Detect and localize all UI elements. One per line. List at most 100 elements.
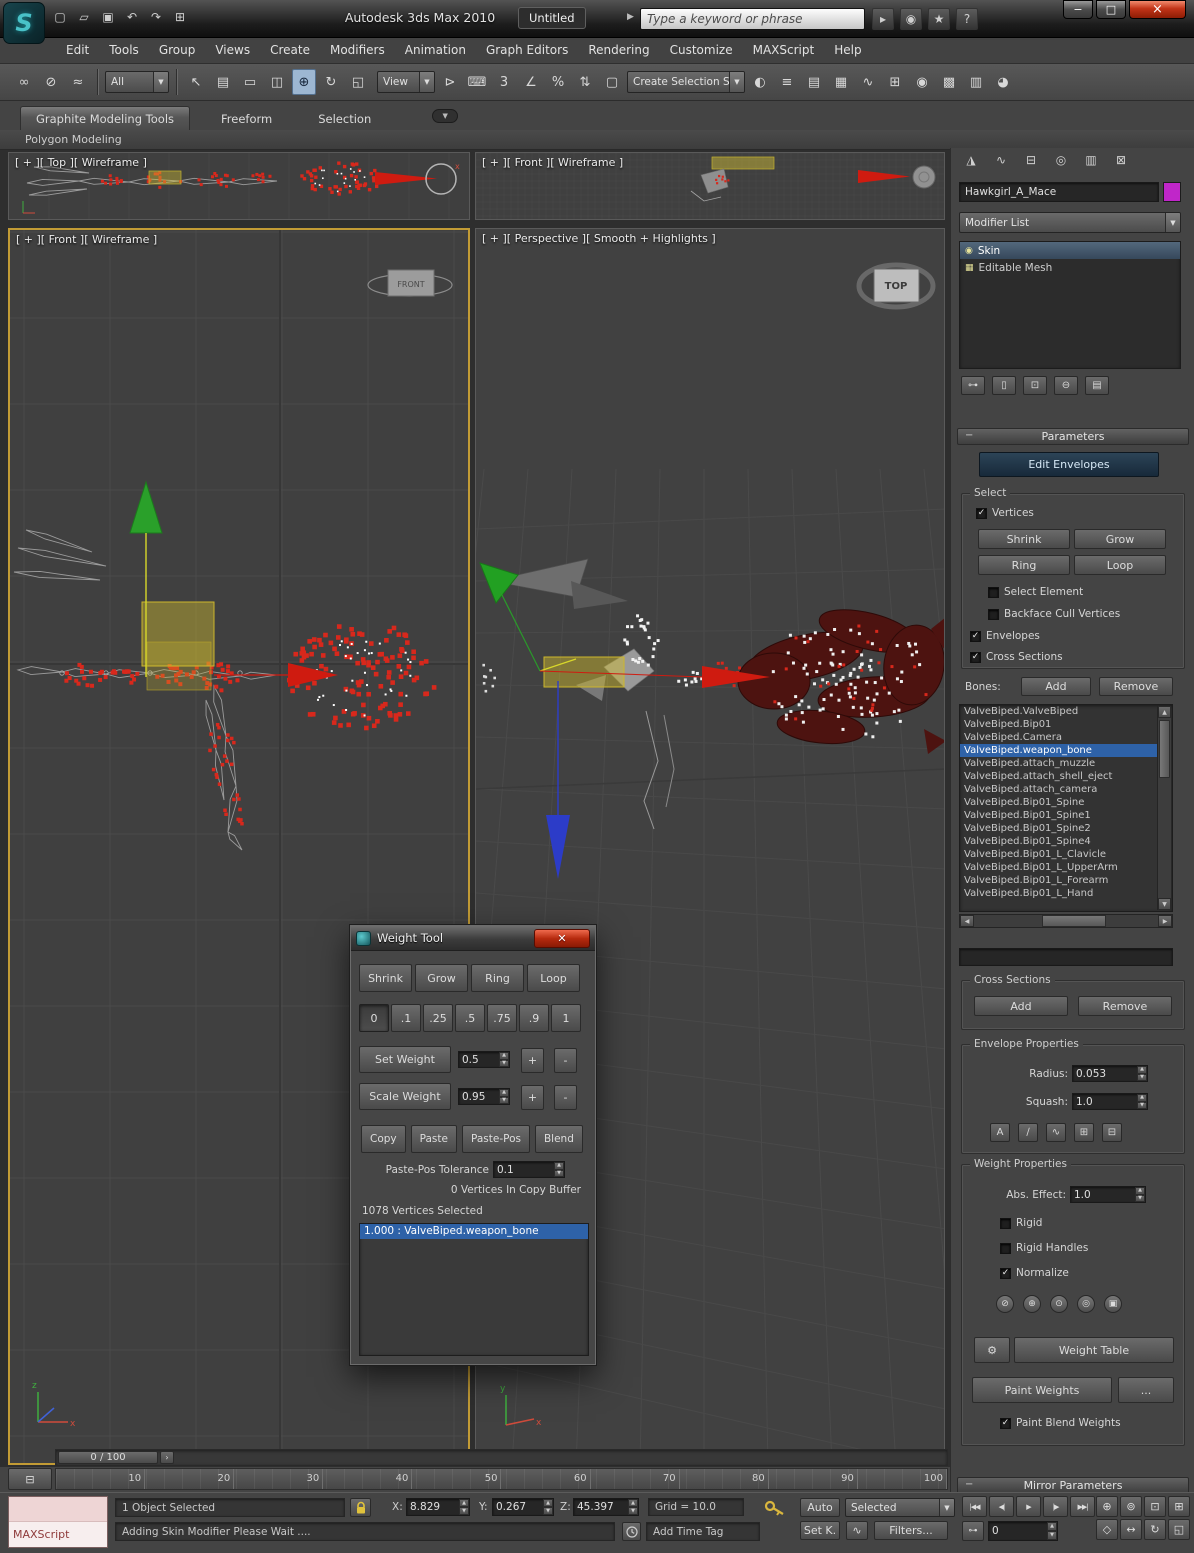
zoom-extents-icon[interactable]: ⊡ bbox=[1144, 1496, 1166, 1517]
bone-item[interactable]: ValveBiped.Bip01_Spine bbox=[960, 796, 1158, 809]
time-tag-clock-button[interactable] bbox=[622, 1522, 641, 1541]
play-icon[interactable]: ▶ bbox=[1016, 1496, 1041, 1517]
bone-item[interactable]: ValveBiped.Bip01_Spine1 bbox=[960, 809, 1158, 822]
close-button[interactable]: × bbox=[1129, 0, 1186, 19]
keyboard-shortcut-override-icon[interactable]: ⌨ bbox=[465, 69, 489, 95]
bone-item[interactable]: ValveBiped.weapon_bone bbox=[960, 744, 1158, 757]
z-coord-field[interactable]: 45.397 bbox=[573, 1498, 639, 1516]
tolerance-spinner[interactable] bbox=[554, 1162, 564, 1177]
scale-minus-button[interactable]: - bbox=[554, 1085, 577, 1110]
tolerance-field[interactable]: 0.1 bbox=[493, 1161, 565, 1178]
exclude-vertices-icon[interactable]: ⊘ bbox=[996, 1295, 1014, 1313]
set-key-mode-button[interactable]: Set K. bbox=[800, 1521, 840, 1540]
radius-field[interactable]: 0.053 bbox=[1072, 1065, 1148, 1082]
menu-item[interactable]: MAXScript bbox=[743, 38, 825, 63]
loop-button[interactable]: Loop bbox=[1074, 555, 1166, 575]
select-and-scale-icon[interactable]: ◱ bbox=[346, 69, 370, 95]
cross-sections-checkbox[interactable] bbox=[970, 651, 981, 663]
preset-p75-button[interactable]: .75 bbox=[487, 1004, 517, 1032]
menu-item[interactable]: Edit bbox=[56, 38, 99, 63]
maximize-button[interactable]: □ bbox=[1096, 0, 1126, 19]
preset-p5-button[interactable]: .5 bbox=[455, 1004, 485, 1032]
bone-item[interactable]: ValveBiped.Bip01_L_Clavicle bbox=[960, 848, 1158, 861]
pan-icon[interactable]: ↔ bbox=[1120, 1519, 1142, 1540]
configure-modifier-sets-icon[interactable]: ▤ bbox=[1085, 376, 1109, 395]
grow-button[interactable]: Grow bbox=[1074, 529, 1166, 549]
bone-item[interactable]: ValveBiped.Bip01_L_UpperArm bbox=[960, 861, 1158, 874]
vertices-checkbox[interactable] bbox=[976, 507, 987, 519]
scroll-left-icon[interactable]: ◀ bbox=[960, 915, 974, 927]
paint-weights-button[interactable]: Paint Weights bbox=[972, 1377, 1112, 1403]
graphite-ribbon-toggle-icon[interactable]: ▦ bbox=[829, 69, 853, 95]
paint-blend-weights-checkbox[interactable] bbox=[1000, 1417, 1011, 1429]
maxscript-mini-listener[interactable]: MAXScript bbox=[8, 1496, 108, 1548]
redo-icon[interactable]: ↷ bbox=[146, 7, 166, 27]
set-weight-button[interactable]: Set Weight bbox=[359, 1046, 451, 1073]
menu-item[interactable]: Create bbox=[260, 38, 320, 63]
copy-envelope-icon[interactable]: ⊞ bbox=[1074, 1123, 1094, 1142]
bone-item[interactable]: ValveBiped.Bip01_L_Forearm bbox=[960, 874, 1158, 887]
key-mode-toggle-button[interactable]: ⊶ bbox=[962, 1521, 984, 1541]
bones-list-vscrollbar[interactable]: ▲ ▼ bbox=[1157, 706, 1171, 910]
tab-selection[interactable]: Selection bbox=[303, 107, 386, 130]
falloff-icon[interactable]: ∕ bbox=[1018, 1123, 1038, 1142]
make-unique-icon[interactable]: ⊡ bbox=[1023, 376, 1047, 395]
menu-item[interactable]: Modifiers bbox=[320, 38, 395, 63]
display-tab-icon[interactable]: ▥ bbox=[1079, 150, 1103, 170]
y-spinner[interactable] bbox=[543, 1499, 553, 1515]
select-and-rotate-icon[interactable]: ↻ bbox=[319, 69, 343, 95]
ribbon-collapse-button[interactable]: ▼ bbox=[432, 108, 459, 123]
abs-effect-spinner[interactable] bbox=[1135, 1187, 1145, 1202]
time-spinner[interactable] bbox=[1047, 1522, 1057, 1540]
weight-plus-button[interactable]: + bbox=[521, 1048, 544, 1073]
pin-stack-icon[interactable]: ⊶ bbox=[961, 376, 985, 395]
set-key-big-button[interactable] bbox=[762, 1496, 788, 1520]
scroll-right-icon[interactable]: ▶ bbox=[1158, 915, 1172, 927]
rigid-checkbox[interactable] bbox=[1000, 1217, 1011, 1229]
percent-snap-icon[interactable]: % bbox=[546, 69, 570, 95]
select-element-checkbox[interactable] bbox=[988, 586, 999, 598]
spinner-snap-icon[interactable]: ⇅ bbox=[573, 69, 597, 95]
top-viewport[interactable]: [ + ][ Top ][ Wireframe ] x bbox=[8, 152, 470, 220]
lock-selection-button[interactable] bbox=[350, 1498, 371, 1517]
select-and-link-icon[interactable]: ∞ bbox=[12, 69, 36, 95]
bone-item[interactable]: ValveBiped.attach_shell_eject bbox=[960, 770, 1158, 783]
object-color-swatch[interactable] bbox=[1163, 182, 1181, 202]
save-file-icon[interactable]: ▣ bbox=[98, 7, 118, 27]
scrollbar-thumb[interactable] bbox=[1159, 720, 1170, 778]
object-name-field[interactable]: Hawkgirl_A_Mace bbox=[959, 182, 1159, 202]
app-logo-icon[interactable]: S bbox=[3, 2, 45, 44]
preset-p1-button[interactable]: .1 bbox=[391, 1004, 421, 1032]
front-strip-viewport-label[interactable]: [ + ][ Front ][ Wireframe ] bbox=[482, 156, 623, 169]
curve-editor-icon[interactable]: ∿ bbox=[856, 69, 880, 95]
remove-cross-section-button[interactable]: Remove bbox=[1078, 996, 1172, 1016]
create-tab-icon[interactable]: ◮ bbox=[959, 150, 983, 170]
align-icon[interactable]: ≡ bbox=[775, 69, 799, 95]
bind-to-spacewarp-icon[interactable]: ≈ bbox=[66, 69, 90, 95]
scale-weight-button[interactable]: Scale Weight bbox=[359, 1083, 451, 1110]
select-and-manipulate-icon[interactable]: ⊳ bbox=[438, 69, 462, 95]
x-coord-field[interactable]: 8.829 bbox=[406, 1498, 470, 1516]
angle-snap-icon[interactable]: ∠ bbox=[519, 69, 543, 95]
add-cross-section-button[interactable]: Add bbox=[974, 996, 1068, 1016]
weight-tool-toggle-button[interactable]: ⚙ bbox=[974, 1337, 1010, 1363]
material-editor-icon[interactable]: ◉ bbox=[910, 69, 934, 95]
modifier-editable-mesh[interactable]: ▦ Editable Mesh bbox=[960, 259, 1180, 276]
bone-item[interactable]: ValveBiped.Bip01_L_Hand bbox=[960, 887, 1158, 900]
weight-table-button[interactable]: Weight Table bbox=[1014, 1337, 1174, 1363]
preset-p25-button[interactable]: .25 bbox=[423, 1004, 453, 1032]
curve-falloff-icon[interactable]: ∿ bbox=[1046, 1123, 1066, 1142]
zoom-icon[interactable]: ⊕ bbox=[1096, 1496, 1118, 1517]
normalize-checkbox[interactable] bbox=[1000, 1267, 1011, 1279]
bones-list-hscrollbar[interactable]: ◀ ▶ bbox=[959, 914, 1173, 928]
select-object-icon[interactable]: ↖ bbox=[184, 69, 208, 95]
timeline-ruler[interactable]: 10 20 30 40 50 60 70 80 90 100 bbox=[55, 1468, 948, 1490]
wt-paste-pos-button[interactable]: Paste-Pos bbox=[461, 1125, 530, 1153]
current-time-field[interactable]: 0 bbox=[988, 1521, 1058, 1541]
communication-center-icon[interactable]: ◉ bbox=[900, 8, 922, 30]
remove-modifier-icon[interactable]: ⊖ bbox=[1054, 376, 1078, 395]
go-to-start-icon[interactable]: |◀◀ bbox=[962, 1496, 987, 1517]
ribbon-panel-title[interactable]: Polygon Modeling bbox=[25, 133, 122, 146]
perspective-viewport-label[interactable]: [ + ][ Perspective ][ Smooth + Highlight… bbox=[482, 232, 716, 245]
field-of-view-icon[interactable]: ◇ bbox=[1096, 1519, 1118, 1540]
